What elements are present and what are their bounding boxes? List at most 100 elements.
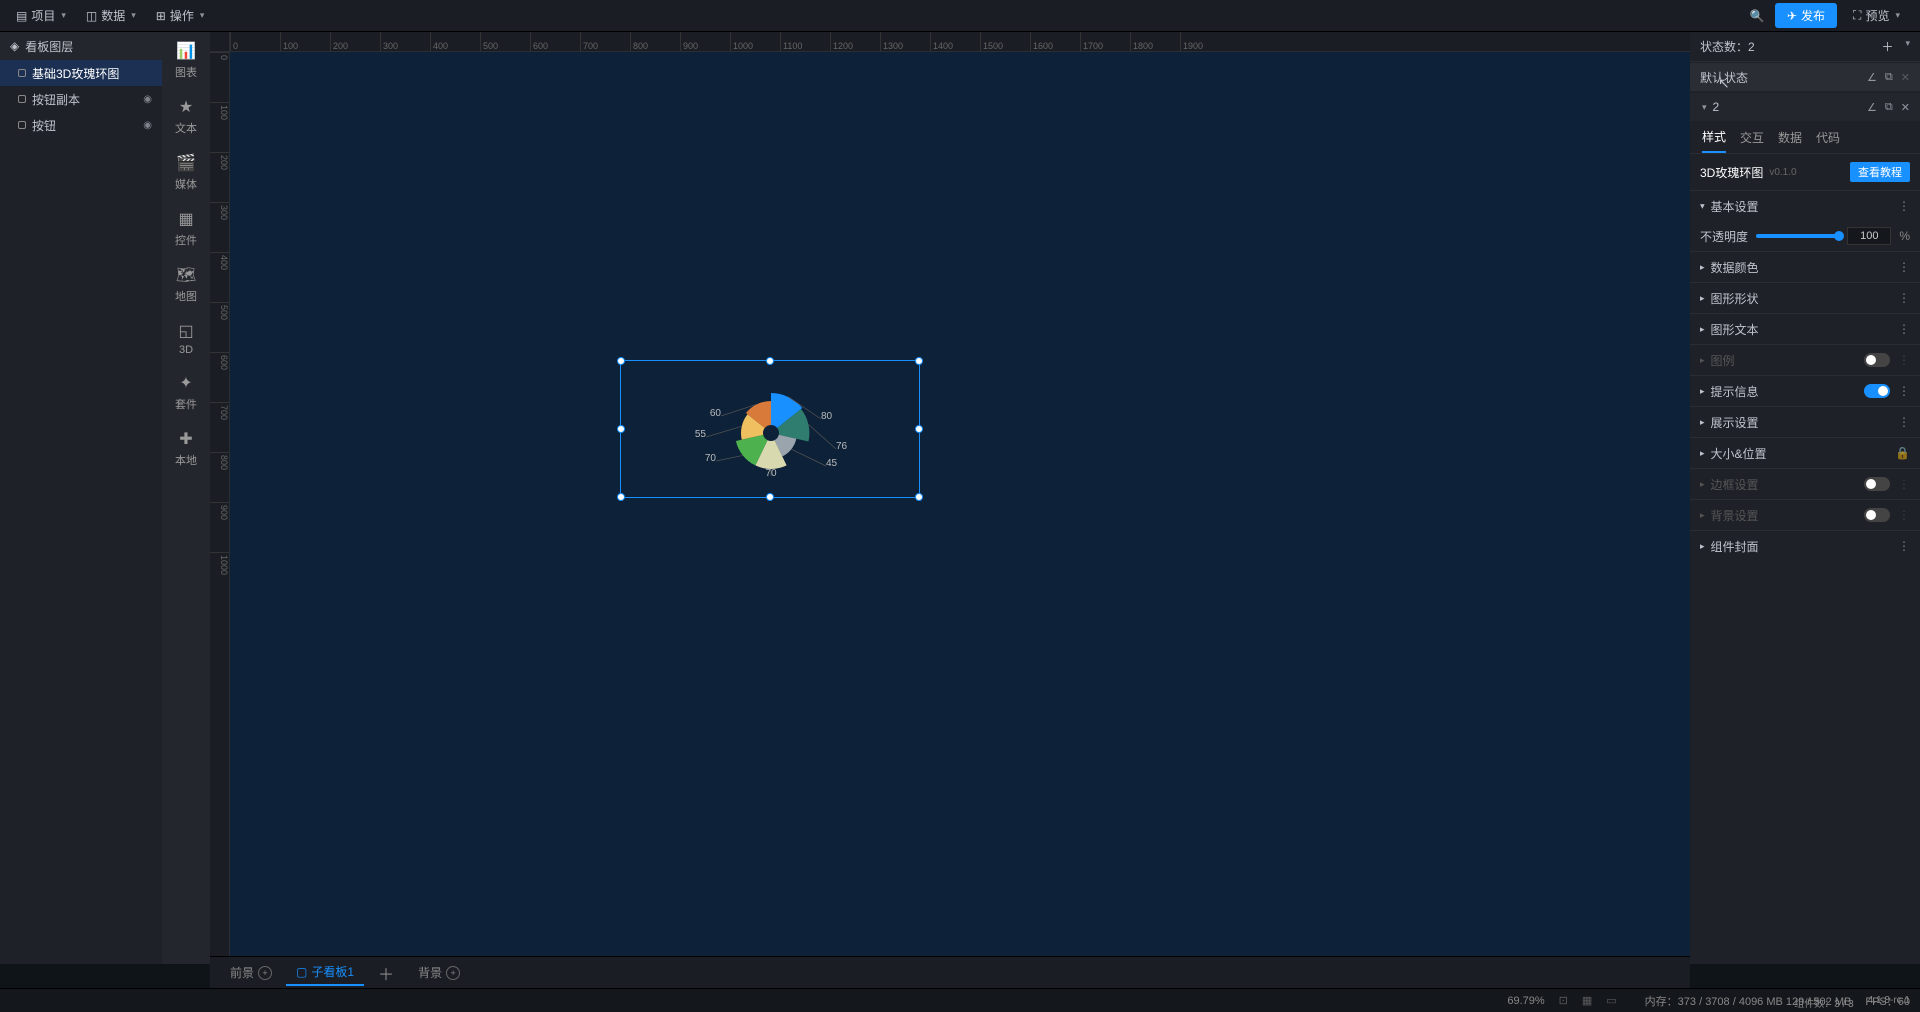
palette-kit[interactable]: ✦套件 <box>175 374 197 412</box>
more-icon[interactable]: ⋮ <box>1898 384 1910 398</box>
layer-item[interactable]: 按钮◉ <box>0 112 162 138</box>
tab-add[interactable]: ＋ <box>368 957 404 989</box>
resize-handle-ne[interactable] <box>915 357 923 365</box>
tab-data[interactable]: 数据 <box>1778 123 1802 152</box>
section-data-color[interactable]: ▸数据颜色⋮ <box>1690 252 1920 282</box>
resize-handle-e[interactable] <box>915 425 923 433</box>
cursor-icon: ↖ <box>1718 75 1730 92</box>
pie-label: 70 <box>705 453 717 464</box>
resize-handle-w[interactable] <box>617 425 625 433</box>
resize-handle-n[interactable] <box>766 357 774 365</box>
chevron-down-icon: ▾ <box>1895 10 1900 21</box>
copy-icon[interactable]: ⧉ <box>1885 101 1893 114</box>
ruler-vertical: 01002003004005006007008009001000 <box>210 52 230 964</box>
more-icon[interactable]: ⋮ <box>1898 291 1910 305</box>
edit-icon[interactable]: ∠ <box>1867 71 1877 84</box>
opacity-control: 不透明度 % <box>1690 221 1920 251</box>
visibility-icon[interactable]: ◉ <box>143 120 152 131</box>
properties-panel: 状态数： 2 ＋ ▾ 默认状态 ↖ ∠ ⧉ ✕ ▾ 2 ∠ ⧉ ✕ <box>1690 32 1920 964</box>
ruler-tick: 300 <box>210 202 229 252</box>
edit-icon[interactable]: ∠ <box>1867 101 1877 114</box>
section-bg[interactable]: ▸背景设置⋮ <box>1690 500 1920 530</box>
rose-pie-chart[interactable]: 80764570705560 <box>621 361 921 499</box>
tab-style[interactable]: 样式 <box>1702 122 1726 153</box>
opacity-input[interactable] <box>1847 227 1891 245</box>
border-toggle[interactable] <box>1864 477 1890 491</box>
more-icon[interactable]: ⋮ <box>1898 353 1910 367</box>
legend-toggle[interactable] <box>1864 353 1890 367</box>
section-border[interactable]: ▸边框设置⋮ <box>1690 469 1920 499</box>
ruler-tick: 1200 <box>830 32 880 51</box>
section-text[interactable]: ▸图形文本⋮ <box>1690 314 1920 344</box>
more-icon[interactable]: ⋮ <box>1898 539 1910 553</box>
caret-icon: ▸ <box>1700 262 1705 273</box>
ruler-tick: 1000 <box>730 32 780 51</box>
tab-foreground[interactable]: 前景 + <box>220 960 282 985</box>
menu-project[interactable]: ▤ 项目 ▾ <box>8 3 74 28</box>
resize-handle-sw[interactable] <box>617 493 625 501</box>
opacity-slider[interactable] <box>1756 234 1839 238</box>
palette-local[interactable]: ✚本地 <box>175 430 197 468</box>
selection-box[interactable]: 80764570705560 <box>620 360 920 498</box>
close-icon[interactable]: ✕ <box>1901 101 1910 114</box>
lock-icon[interactable]: 🔒 <box>1895 446 1910 460</box>
layer-panel: ◈ 看板图层 基础3D玫瑰环图按钮副本◉按钮◉ <box>0 32 162 964</box>
more-icon[interactable]: ⋮ <box>1898 260 1910 274</box>
section-label: 图例 <box>1711 352 1735 369</box>
preview-button[interactable]: ⛶ 预览 ▾ <box>1841 3 1912 28</box>
section-display[interactable]: ▸展示设置⋮ <box>1690 407 1920 437</box>
tab-subboard-1[interactable]: ▢ 子看板1 <box>286 959 364 986</box>
publish-button[interactable]: ✈ 发布 <box>1775 3 1837 28</box>
resize-handle-s[interactable] <box>766 493 774 501</box>
layer-item[interactable]: 基础3D玫瑰环图 <box>0 60 162 86</box>
preview-label: 预览 <box>1865 7 1889 24</box>
section-size-pos[interactable]: ▸大小&位置🔒 <box>1690 438 1920 468</box>
resize-handle-se[interactable] <box>915 493 923 501</box>
tab-background[interactable]: 背景 + <box>408 960 470 985</box>
copy-icon[interactable]: ⧉ <box>1885 71 1893 84</box>
state-item-2[interactable]: ▾ 2 ∠ ⧉ ✕ <box>1690 93 1920 121</box>
section-cover[interactable]: ▸组件封面⋮ <box>1690 531 1920 561</box>
menu-ops[interactable]: ⊞ 操作 ▾ <box>148 3 213 28</box>
section-shape[interactable]: ▸图形形状⋮ <box>1690 283 1920 313</box>
layer-item[interactable]: 按钮副本◉ <box>0 86 162 112</box>
caret-icon: ▸ <box>1700 541 1705 552</box>
search-button[interactable]: 🔍 <box>1743 2 1771 30</box>
stage[interactable]: 80764570705560 <box>230 52 1690 964</box>
section-label: 提示信息 <box>1711 383 1759 400</box>
chevron-down-icon: ▾ <box>131 10 136 21</box>
tooltip-toggle[interactable] <box>1864 384 1890 398</box>
more-icon[interactable]: ⋮ <box>1898 415 1910 429</box>
more-icon[interactable]: ⋮ <box>1898 508 1910 522</box>
state-item-default[interactable]: 默认状态 ↖ ∠ ⧉ ✕ <box>1690 63 1920 91</box>
ruler-tick: 500 <box>210 302 229 352</box>
section-basic[interactable]: ▸ 基本设置 ⋮ <box>1690 191 1920 221</box>
visibility-icon[interactable]: ◉ <box>143 94 152 105</box>
resize-handle-nw[interactable] <box>617 357 625 365</box>
tab-interact[interactable]: 交互 <box>1740 123 1764 152</box>
palette-control[interactable]: ▦控件 <box>175 210 197 248</box>
section-legend[interactable]: ▸图例⋮ <box>1690 345 1920 375</box>
top-menu-bar: ▤ 项目 ▾ ◫ 数据 ▾ ⊞ 操作 ▾ 🔍 ✈ 发布 ⛶ 预览 ▾ <box>0 0 1920 32</box>
more-icon[interactable]: ⋮ <box>1898 199 1910 213</box>
add-state-button[interactable]: ＋ <box>1881 38 1893 55</box>
chevron-down-icon[interactable]: ▾ <box>1905 38 1910 55</box>
plus-icon[interactable]: + <box>258 966 272 980</box>
bg-toggle[interactable] <box>1864 508 1890 522</box>
palette-text[interactable]: ★文本 <box>175 98 197 136</box>
search-icon: 🔍 <box>1749 9 1764 23</box>
palette-map[interactable]: 🗺地图 <box>175 266 197 304</box>
palette-3d[interactable]: ◱3D <box>177 322 195 356</box>
canvas[interactable]: 0100200300400500600700800900100011001200… <box>210 32 1690 964</box>
layer-icon <box>18 69 26 77</box>
more-icon[interactable]: ⋮ <box>1898 477 1910 491</box>
tutorial-button[interactable]: 查看教程 <box>1850 162 1910 182</box>
more-icon[interactable]: ⋮ <box>1898 322 1910 336</box>
section-tooltip[interactable]: ▸提示信息⋮ <box>1690 376 1920 406</box>
menu-ops-label: 操作 <box>170 7 194 24</box>
plus-icon[interactable]: + <box>446 966 460 980</box>
palette-media[interactable]: 🎬媒体 <box>175 154 197 192</box>
tab-code[interactable]: 代码 <box>1816 123 1840 152</box>
palette-chart[interactable]: 📊图表 <box>175 42 197 80</box>
menu-data[interactable]: ◫ 数据 ▾ <box>78 3 144 28</box>
